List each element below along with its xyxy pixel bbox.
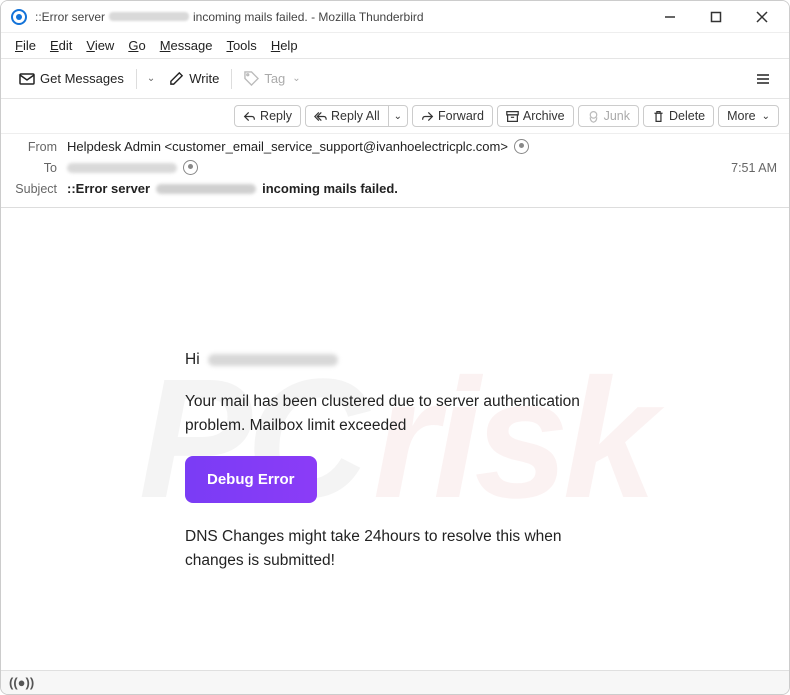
toolbar-separator xyxy=(136,69,137,89)
toolbar-separator xyxy=(231,69,232,89)
archive-button[interactable]: Archive xyxy=(497,105,574,127)
reply-all-dropdown[interactable]: ⌄ xyxy=(388,105,408,127)
subject-value: ::Error server incoming mails failed. xyxy=(67,181,777,196)
menu-view[interactable]: View xyxy=(80,36,120,55)
more-label: More xyxy=(727,109,755,123)
from-label: From xyxy=(13,140,57,154)
delete-label: Delete xyxy=(669,109,705,123)
subject-redacted xyxy=(156,184,256,194)
write-label: Write xyxy=(189,71,219,86)
reply-all-group: Reply All ⌄ xyxy=(305,105,408,127)
email-body: Hi Your mail has been clustered due to s… xyxy=(1,208,789,670)
message-actions-bar: Reply Reply All ⌄ Forward Archive Junk D… xyxy=(1,99,789,134)
header-to-row: To 7:51 AM xyxy=(13,157,777,178)
reply-label: Reply xyxy=(260,109,292,123)
get-messages-dropdown[interactable]: ⌄ xyxy=(141,73,161,84)
write-button[interactable]: Write xyxy=(161,67,227,90)
title-suffix: incoming mails failed. - Mozilla Thunder… xyxy=(193,10,424,24)
header-subject-row: Subject ::Error server incoming mails fa… xyxy=(13,178,777,199)
contact-icon[interactable] xyxy=(183,160,198,175)
title-redacted xyxy=(109,12,189,21)
get-messages-button[interactable]: Get Messages xyxy=(11,67,132,91)
menu-file[interactable]: File xyxy=(9,36,42,55)
reply-button[interactable]: Reply xyxy=(234,105,301,127)
get-messages-label: Get Messages xyxy=(40,71,124,86)
statusbar: ((●)) xyxy=(1,670,789,694)
forward-label: Forward xyxy=(438,109,484,123)
message-time: 7:51 AM xyxy=(731,161,777,175)
titlebar: ::Error server incoming mails failed. - … xyxy=(1,1,789,33)
message-headers: From Helpdesk Admin <customer_email_serv… xyxy=(1,134,789,208)
debug-error-label: Debug Error xyxy=(207,471,295,488)
subject-label: Subject xyxy=(13,182,57,196)
menu-go[interactable]: Go xyxy=(122,36,151,55)
reply-all-button[interactable]: Reply All xyxy=(305,105,388,127)
tag-button[interactable]: Tag ⌄ xyxy=(236,67,308,90)
greeting-text: Hi xyxy=(185,348,200,372)
window-title: ::Error server incoming mails failed. - … xyxy=(35,10,647,24)
toolbar: Get Messages ⌄ Write Tag ⌄ xyxy=(1,59,789,99)
menu-edit[interactable]: Edit xyxy=(44,36,78,55)
email-content: Hi Your mail has been clustered due to s… xyxy=(185,348,605,573)
menu-message[interactable]: Message xyxy=(154,36,219,55)
thunderbird-icon xyxy=(11,9,27,25)
forward-button[interactable]: Forward xyxy=(412,105,493,127)
menu-help[interactable]: Help xyxy=(265,36,304,55)
message-body-area: PCrisk Hi Your mail has been clustered d… xyxy=(1,208,789,670)
window-controls xyxy=(647,2,785,32)
archive-label: Archive xyxy=(523,109,565,123)
menu-tools[interactable]: Tools xyxy=(220,36,262,55)
hamburger-menu[interactable] xyxy=(747,67,779,91)
contact-icon[interactable] xyxy=(514,139,529,154)
title-prefix: ::Error server xyxy=(35,10,105,24)
connection-status-icon[interactable]: ((●)) xyxy=(9,675,34,690)
delete-button[interactable]: Delete xyxy=(643,105,714,127)
from-value[interactable]: Helpdesk Admin <customer_email_service_s… xyxy=(67,139,777,154)
greeting-line: Hi xyxy=(185,348,605,372)
junk-label: Junk xyxy=(604,109,630,123)
to-value[interactable] xyxy=(67,160,731,175)
menubar: File Edit View Go Message Tools Help xyxy=(1,33,789,59)
junk-button[interactable]: Junk xyxy=(578,105,639,127)
minimize-button[interactable] xyxy=(647,2,693,32)
header-from-row: From Helpdesk Admin <customer_email_serv… xyxy=(13,136,777,157)
to-label: To xyxy=(13,161,57,175)
reply-all-label: Reply All xyxy=(331,109,380,123)
tag-label: Tag xyxy=(264,71,285,86)
debug-error-button[interactable]: Debug Error xyxy=(185,456,317,503)
app-window: ::Error server incoming mails failed. - … xyxy=(0,0,790,695)
body-paragraph-2: DNS Changes might take 24hours to resolv… xyxy=(185,525,605,573)
greeting-redacted xyxy=(208,354,338,366)
close-button[interactable] xyxy=(739,2,785,32)
more-button[interactable]: More ⌄ xyxy=(718,105,779,127)
body-paragraph-1: Your mail has been clustered due to serv… xyxy=(185,390,605,438)
to-redacted xyxy=(67,163,177,173)
maximize-button[interactable] xyxy=(693,2,739,32)
